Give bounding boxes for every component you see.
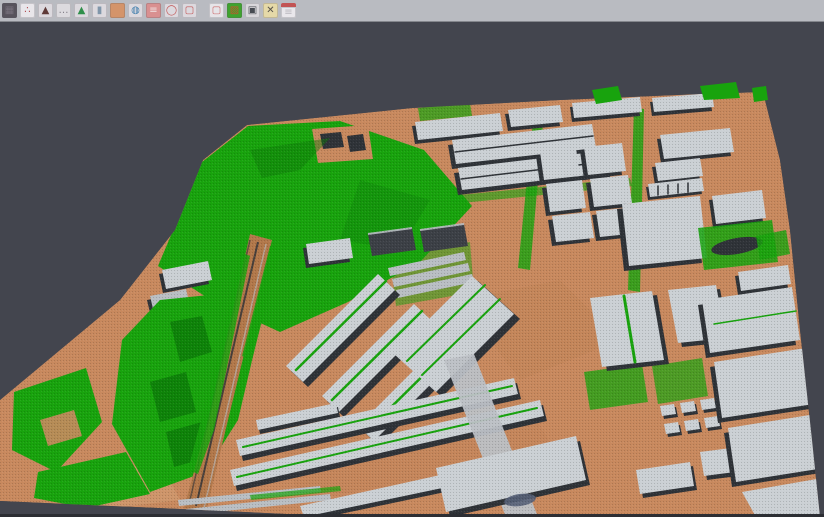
circle-select-icon[interactable]: ◯ (164, 3, 179, 18)
orthophoto-icon[interactable] (110, 3, 125, 18)
rectangle-select-icon[interactable]: ▢ (182, 3, 197, 18)
point-cloud-icon[interactable]: … (56, 3, 71, 18)
point-cloud-scene[interactable] (0, 22, 824, 517)
toolbar-separator (200, 10, 209, 11)
profile-view-icon[interactable]: ▮ (92, 3, 107, 18)
classify-points-icon[interactable]: ∴ (20, 3, 35, 18)
snapshot-icon[interactable]: ▣ (245, 3, 260, 18)
attribute-table-icon[interactable]: ≡ (281, 3, 296, 18)
clip-region-icon[interactable]: ▢ (209, 3, 224, 18)
annotation-icon[interactable]: ✕ (263, 3, 278, 18)
application-window: ▦∴▲…▲▮◍≡◯▢▢▨▣✕≡ (0, 0, 824, 517)
3d-viewport[interactable] (0, 22, 824, 517)
dataset-tiles-icon[interactable]: ▦ (2, 3, 17, 18)
main-toolbar: ▦∴▲…▲▮◍≡◯▢▢▨▣✕≡ (0, 0, 824, 22)
classified-view-icon[interactable]: ▨ (227, 3, 242, 18)
layers-icon[interactable]: ≡ (146, 3, 161, 18)
ground-surface-icon[interactable]: ▲ (74, 3, 89, 18)
globe-3d-icon[interactable]: ◍ (128, 3, 143, 18)
tin-terrain-icon[interactable]: ▲ (38, 3, 53, 18)
